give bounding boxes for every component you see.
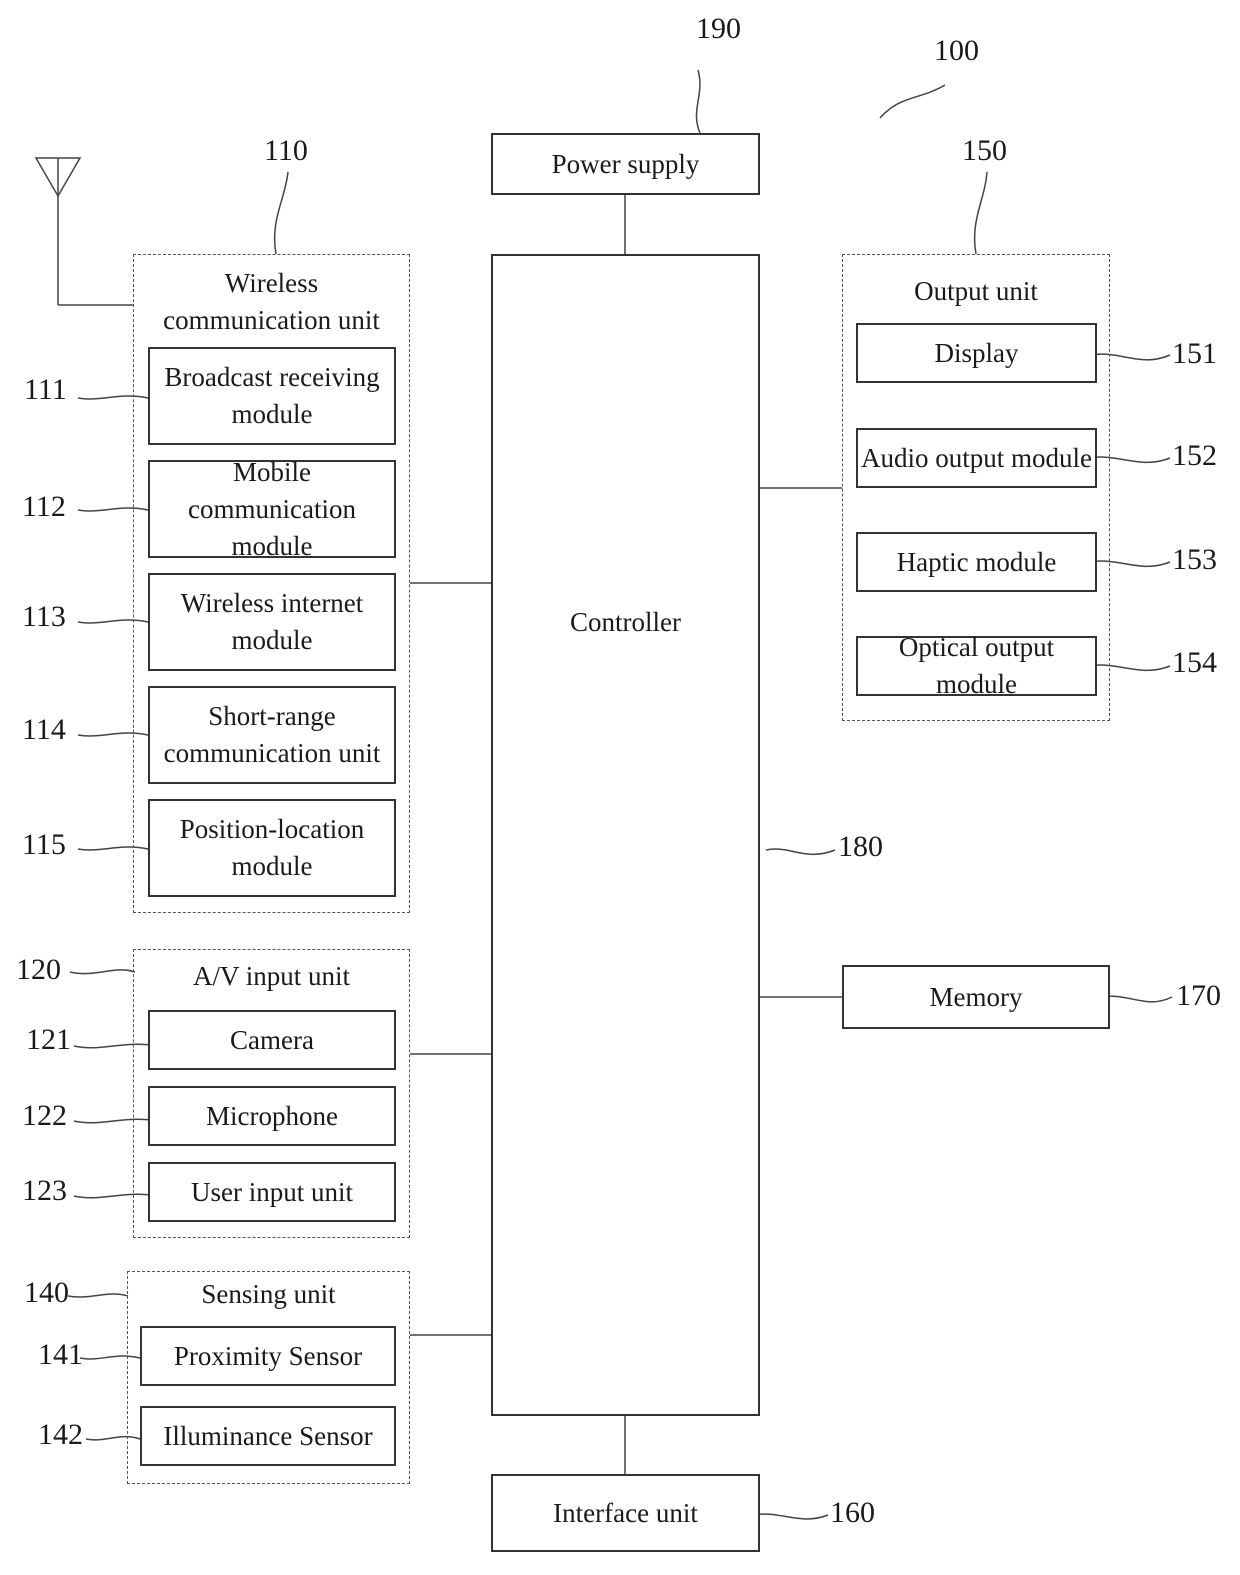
leader-120 [69,969,136,975]
leader-100 [879,84,946,119]
illuminance-sensor-block: Illuminance Sensor [140,1406,396,1466]
ref-111: 111 [24,373,67,406]
ref-110: 110 [264,134,308,167]
proximity-sensor-block: Proximity Sensor [140,1326,396,1386]
display-block: Display [856,323,1097,383]
memory-block: Memory [842,965,1110,1029]
ref-180: 180 [838,830,883,863]
haptic-module-block: Haptic module [856,532,1097,592]
ref-150: 150 [962,134,1007,167]
memory-label: Memory [929,981,1023,1012]
optical-output-module-block: Optical output module [856,632,1097,699]
power-supply-label: Power supply [551,148,700,179]
interface-unit-label: Interface unit [553,1497,698,1528]
ref-100: 100 [934,34,979,67]
user-input-unit-block: User input unit [148,1162,396,1222]
output-unit-title: Output unit [914,276,1038,306]
ref-141: 141 [38,1338,83,1371]
position-location-module: Position-location module [148,799,396,897]
ref-113: 113 [22,600,66,633]
ref-160: 160 [830,1496,875,1529]
ref-190: 190 [696,12,741,45]
microphone-block: Microphone [148,1086,396,1146]
ref-170: 170 [1176,979,1221,1012]
power-supply-block: Power supply [491,133,760,195]
controller-block: Controller [491,254,760,1416]
audio-output-module-block: Audio output module [856,428,1097,488]
ref-123: 123 [22,1174,67,1207]
ref-120: 120 [16,953,61,986]
antenna-icon [34,157,133,306]
ref-152: 152 [1172,439,1217,472]
camera-block: Camera [148,1010,396,1070]
ref-112: 112 [22,490,66,523]
leader-160 [751,1513,829,1520]
leader-190 [695,69,701,134]
ref-140: 140 [24,1276,69,1309]
ref-122: 122 [22,1099,67,1132]
sensing-unit-title: Sensing unit [201,1279,336,1309]
ref-151: 151 [1172,337,1217,370]
leader-180 [765,848,836,856]
ref-154: 154 [1172,646,1217,679]
short-range-communication-unit: Short-range communication unit [148,686,396,784]
wireless-internet-module: Wireless internet module [148,573,396,671]
broadcast-receiving-module: Broadcast receiving module [148,347,396,445]
controller-label: Controller [570,607,681,637]
ref-153: 153 [1172,543,1217,576]
ref-115: 115 [22,828,66,861]
leader-150 [973,171,988,255]
interface-unit-block: Interface unit [491,1474,760,1552]
ref-121: 121 [26,1023,71,1056]
mobile-communication-module: Mobile communication module [148,457,396,561]
av-unit-title: A/V input unit [192,961,351,991]
leader-110 [273,171,289,255]
wireless-unit-title: Wireless communication unit [163,268,380,335]
ref-114: 114 [22,713,66,746]
ref-142: 142 [38,1418,83,1451]
leader-140 [67,1293,129,1298]
